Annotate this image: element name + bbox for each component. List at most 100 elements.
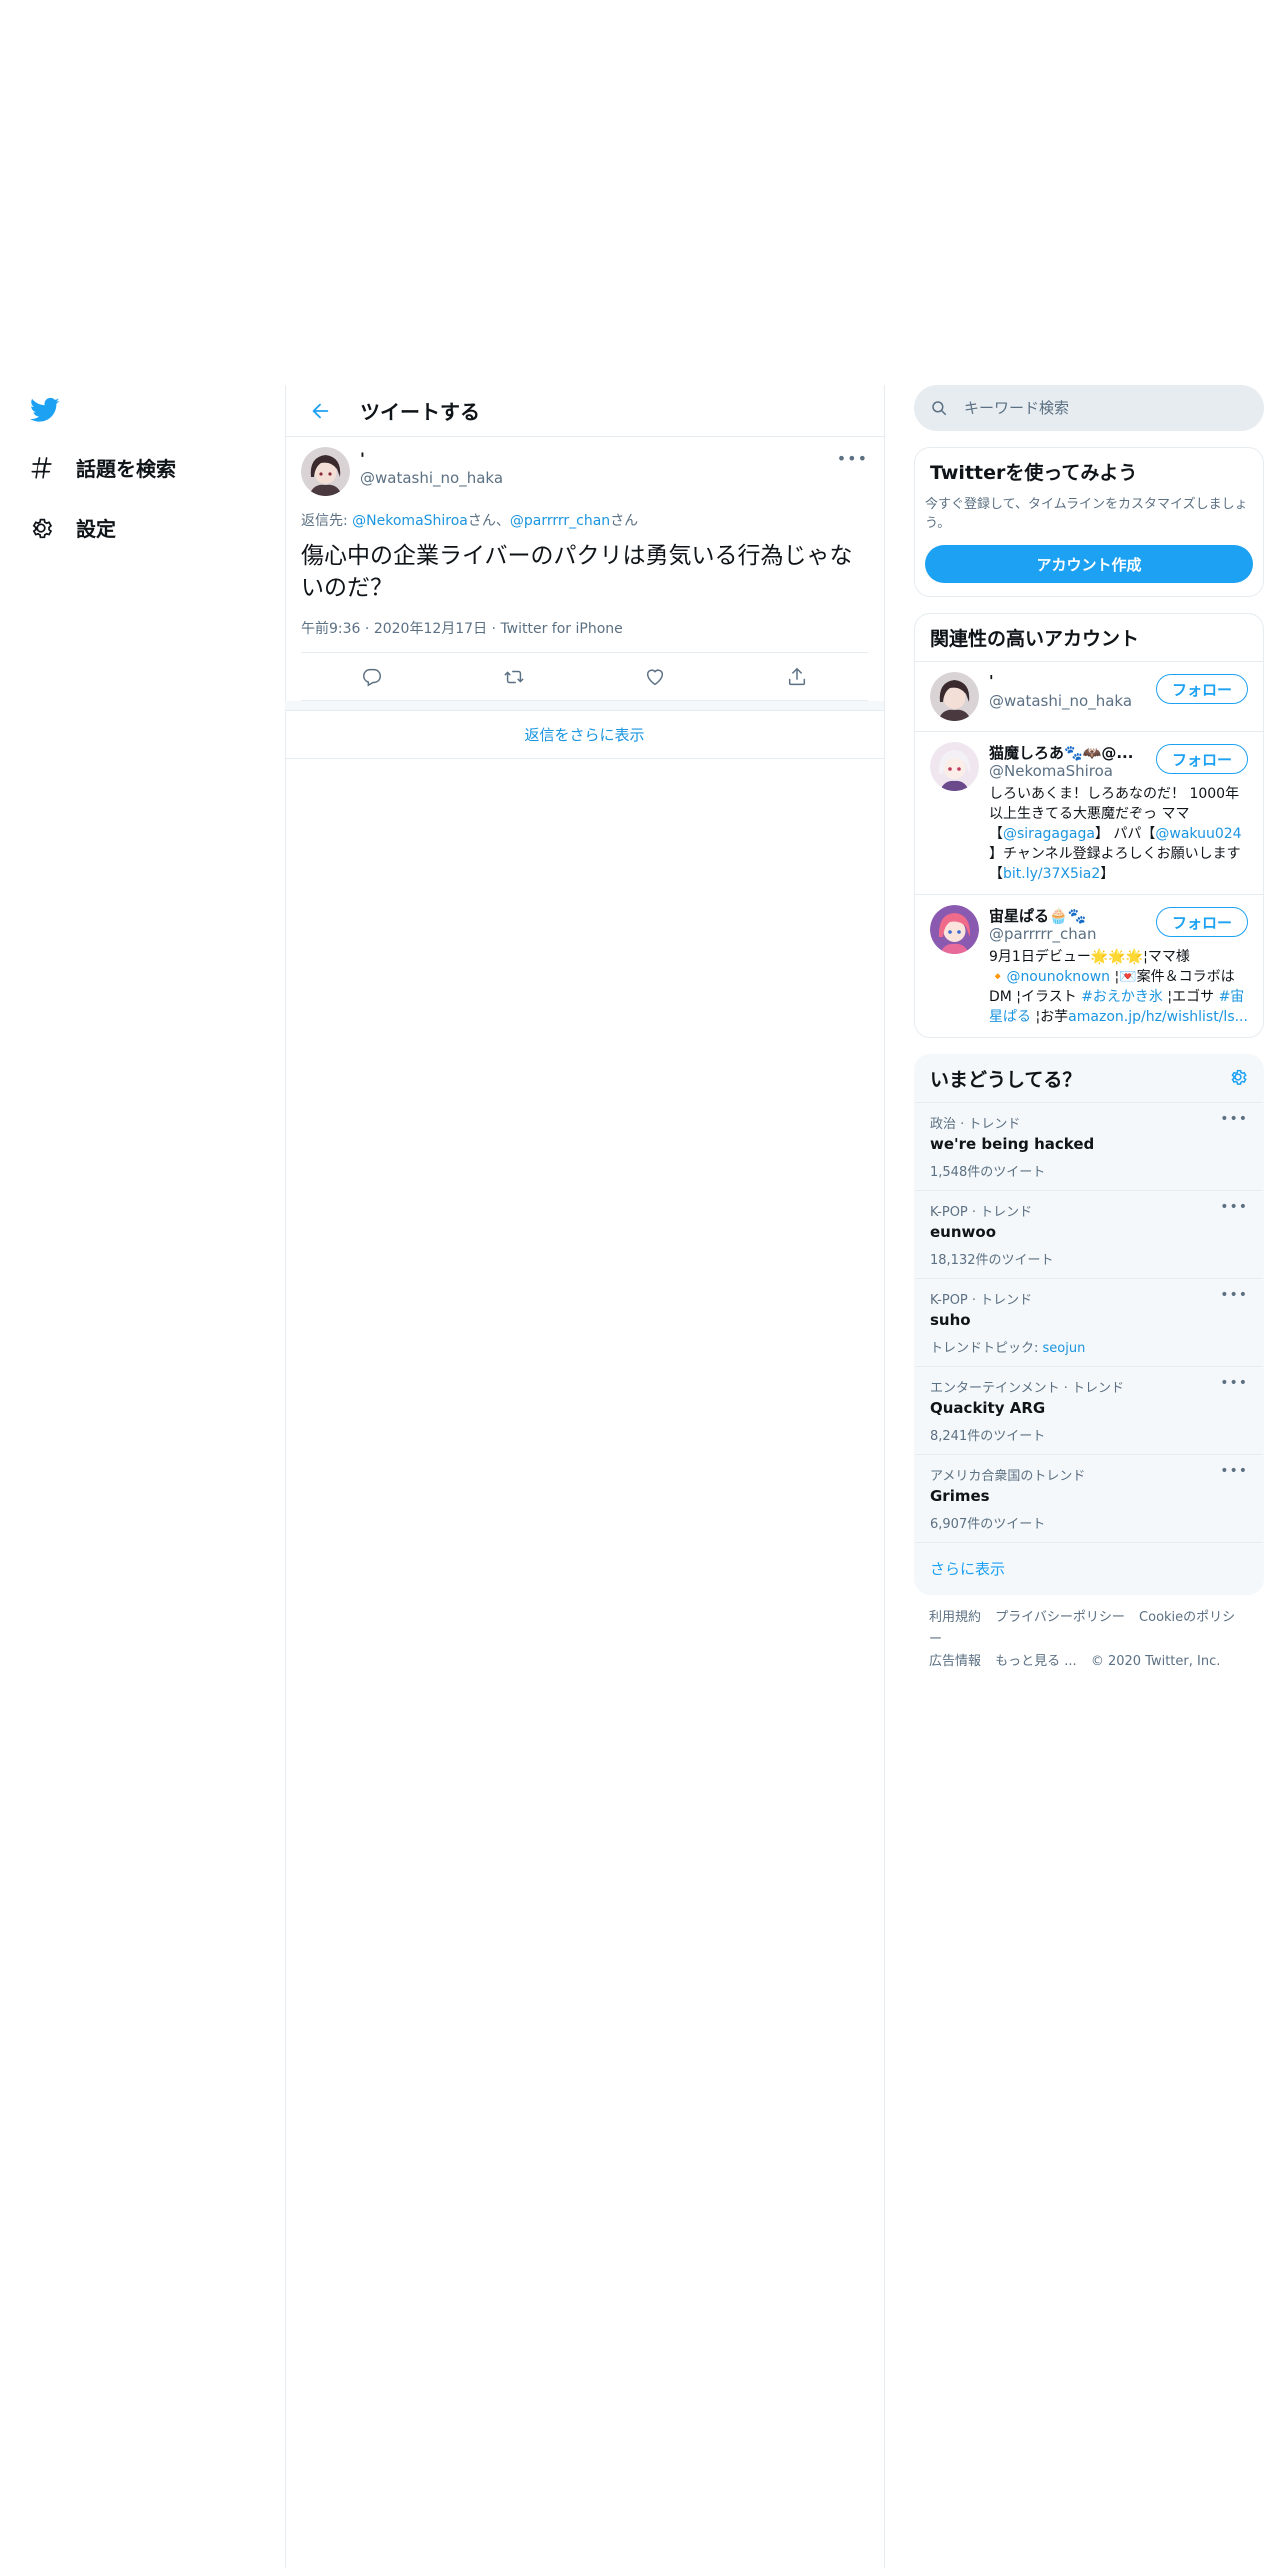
footer-more-link[interactable]: もっと見る ...: [995, 1654, 1077, 1669]
right-sidebar: Twitterを使ってみよう 今すぐ登録して、タイムラインをカスタマイズしましょ…: [914, 385, 1264, 1673]
gear-icon: [32, 518, 53, 538]
avatar[interactable]: [930, 905, 979, 954]
avatar[interactable]: [930, 672, 979, 721]
share-icon[interactable]: [786, 666, 808, 688]
back-button[interactable]: [302, 393, 338, 429]
trends-card: いまどうしてる？ 政治 · トレンド we're being hacked 1,…: [914, 1054, 1264, 1595]
page-title: ツイートする: [360, 400, 480, 424]
footer-ads-link[interactable]: 広告情報: [929, 1654, 981, 1669]
reply-user-link[interactable]: @NekomaShiroa: [352, 513, 468, 529]
like-icon[interactable]: [644, 666, 666, 688]
nav-settings-label: 設定: [76, 517, 116, 541]
follow-button[interactable]: フォロー: [1156, 744, 1248, 774]
account-name: ': [989, 672, 994, 690]
signup-card: Twitterを使ってみよう 今すぐ登録して、タイムラインをカスタマイズしましょ…: [914, 447, 1264, 597]
more-options-icon[interactable]: •••: [1220, 1199, 1248, 1215]
tweet-meta: 午前9:36 · 2020年12月17日 · Twitter for iPhon…: [301, 618, 868, 653]
show-more-replies-button[interactable]: 返信をさらに表示: [285, 711, 884, 759]
reply-suffix: さん: [610, 513, 639, 529]
reply-user-link[interactable]: @parrrrr_chan: [510, 513, 610, 529]
trend-count: 18,132件のツイート: [930, 1253, 1054, 1268]
relevant-accounts-title: 関連性の高いアカウント: [930, 628, 1140, 650]
main-column: ツイートする ' @watashi_no_haka ••• 返信先: @Neko…: [285, 385, 884, 759]
divider-right: [884, 385, 885, 2568]
tweet-text: 傷心中の企業ライバーのパクリは勇気いる行為じゃないのだ？: [301, 543, 853, 601]
account-item[interactable]: 猫魔しろあ🐾🦇@... @NekomaShiroa しろいあくま！しろあなのだ！…: [915, 731, 1263, 894]
footer-terms-link[interactable]: 利用規約: [929, 1610, 981, 1625]
nav-explore[interactable]: 話題を検索: [28, 453, 176, 482]
more-options-icon[interactable]: •••: [1220, 1111, 1248, 1127]
search-input[interactable]: [964, 399, 1224, 417]
avatar[interactable]: [301, 447, 350, 496]
trends-title: いまどうしてる？: [930, 1069, 1082, 1091]
relevant-accounts-card: 関連性の高いアカウント ' @watashi_no_haka フォロー 猫魔しろ…: [914, 613, 1264, 1038]
arrow-left-icon: [312, 403, 329, 418]
tweet-source[interactable]: Twitter for iPhone: [500, 621, 622, 637]
follow-button[interactable]: フォロー: [1156, 907, 1248, 937]
hashtag-icon: [31, 456, 52, 479]
bio-link[interactable]: amazon.jp/hz/wishlist/ls...: [1068, 1009, 1248, 1025]
bio-link[interactable]: @nounoknown: [1006, 969, 1110, 985]
footer: 利用規約 プライバシーポリシー Cookieのポリシー 広告情報 もっと見る .…: [914, 1607, 1264, 1673]
more-options-icon[interactable]: •••: [1220, 1375, 1248, 1391]
trends-settings-gear-icon[interactable]: [1228, 1067, 1248, 1091]
show-more-trends-link[interactable]: さらに表示: [915, 1543, 1263, 1594]
signup-description: 今すぐ登録して、タイムラインをカスタマイズしましょう。: [925, 497, 1248, 531]
reply-icon[interactable]: [361, 666, 383, 688]
account-name: 宙星ぱる🧁🐾: [989, 907, 1087, 925]
trend-name: we're being hacked: [930, 1135, 1095, 1153]
twitter-logo-icon[interactable]: [28, 395, 62, 425]
account-bio: 9月1日デビュー🌟🌟🌟¦ママ様🔸@nounoknown ¦💌案件＆コラボはDM …: [989, 949, 1248, 1025]
main-header: ツイートする: [285, 385, 884, 437]
reply-prefix: 返信先:: [301, 513, 353, 529]
trend-count: 6,907件のツイート: [930, 1517, 1046, 1532]
trend-name: suho: [930, 1311, 971, 1329]
account-item[interactable]: 宙星ぱる🧁🐾 @parrrrr_chan 9月1日デビュー🌟🌟🌟¦ママ様🔸@no…: [915, 894, 1263, 1037]
signup-title: Twitterを使ってみよう: [930, 462, 1138, 484]
trend-item[interactable]: 政治 · トレンド we're being hacked 1,548件のツイート…: [915, 1103, 1263, 1191]
trend-name: Quackity ARG: [930, 1399, 1046, 1417]
trend-category: エンターテインメント · トレンド: [930, 1381, 1125, 1396]
account-bio: しろいあくま！しろあなのだ！ 1000年以上生きてる大悪魔だぞっ ママ【@sir…: [989, 786, 1242, 882]
section-gap: [285, 701, 884, 711]
trend-category: K-POP · トレンド: [930, 1293, 1033, 1308]
trend-count: 8,241件のツイート: [930, 1429, 1046, 1444]
bio-link[interactable]: bit.ly/37X5ia2: [1003, 866, 1100, 882]
trend-item[interactable]: アメリカ合衆国のトレンド Grimes 6,907件のツイート •••: [915, 1455, 1263, 1543]
trend-topic-link[interactable]: seojun: [1043, 1341, 1086, 1356]
more-options-icon[interactable]: •••: [837, 449, 868, 468]
tweet-author-handle[interactable]: @watashi_no_haka: [360, 469, 503, 487]
trend-item[interactable]: K-POP · トレンド eunwoo 18,132件のツイート •••: [915, 1191, 1263, 1279]
tweet-actions: [301, 653, 868, 701]
footer-privacy-link[interactable]: プライバシーポリシー: [995, 1610, 1125, 1625]
more-options-icon[interactable]: •••: [1220, 1463, 1248, 1479]
trend-item[interactable]: K-POP · トレンド suho トレンドトピック: seojun •••: [915, 1279, 1263, 1367]
trend-count: 1,548件のツイート: [930, 1165, 1046, 1180]
trend-category: 政治 · トレンド: [930, 1117, 1021, 1132]
trend-category: K-POP · トレンド: [930, 1205, 1033, 1220]
more-options-icon[interactable]: •••: [1220, 1287, 1248, 1303]
nav-explore-label: 話題を検索: [76, 457, 176, 481]
nav-settings[interactable]: 設定: [28, 513, 116, 542]
tweet-date[interactable]: 2020年12月17日: [374, 621, 487, 637]
create-account-button[interactable]: アカウント作成: [925, 545, 1253, 583]
bio-link[interactable]: #おえかき氷: [1081, 989, 1163, 1005]
account-name: 猫魔しろあ🐾🦇@...: [989, 744, 1134, 762]
bio-link[interactable]: @wakuu024: [1155, 826, 1241, 842]
tweet-author-name[interactable]: ': [360, 449, 503, 469]
tweet: ' @watashi_no_haka ••• 返信先: @NekomaShiro…: [285, 437, 884, 701]
reply-to-line: 返信先: @NekomaShiroaさん、@parrrrr_chanさん: [301, 510, 868, 530]
footer-copyright: © 2020 Twitter, Inc.: [1090, 1654, 1221, 1669]
account-item[interactable]: ' @watashi_no_haka フォロー: [915, 661, 1263, 731]
trend-name: eunwoo: [930, 1223, 996, 1241]
trend-category: アメリカ合衆国のトレンド: [930, 1469, 1086, 1484]
reply-suffix: さん、: [467, 513, 510, 529]
avatar[interactable]: [930, 742, 979, 791]
follow-button[interactable]: フォロー: [1156, 674, 1248, 704]
tweet-time[interactable]: 午前9:36: [301, 621, 360, 637]
trend-item[interactable]: エンターテインメント · トレンド Quackity ARG 8,241件のツイ…: [915, 1367, 1263, 1455]
trend-count: トレンドトピック: seojun: [930, 1341, 1086, 1356]
search-icon: [932, 401, 947, 416]
bio-link[interactable]: @siragagaga: [1003, 826, 1095, 842]
retweet-icon[interactable]: [503, 666, 525, 688]
